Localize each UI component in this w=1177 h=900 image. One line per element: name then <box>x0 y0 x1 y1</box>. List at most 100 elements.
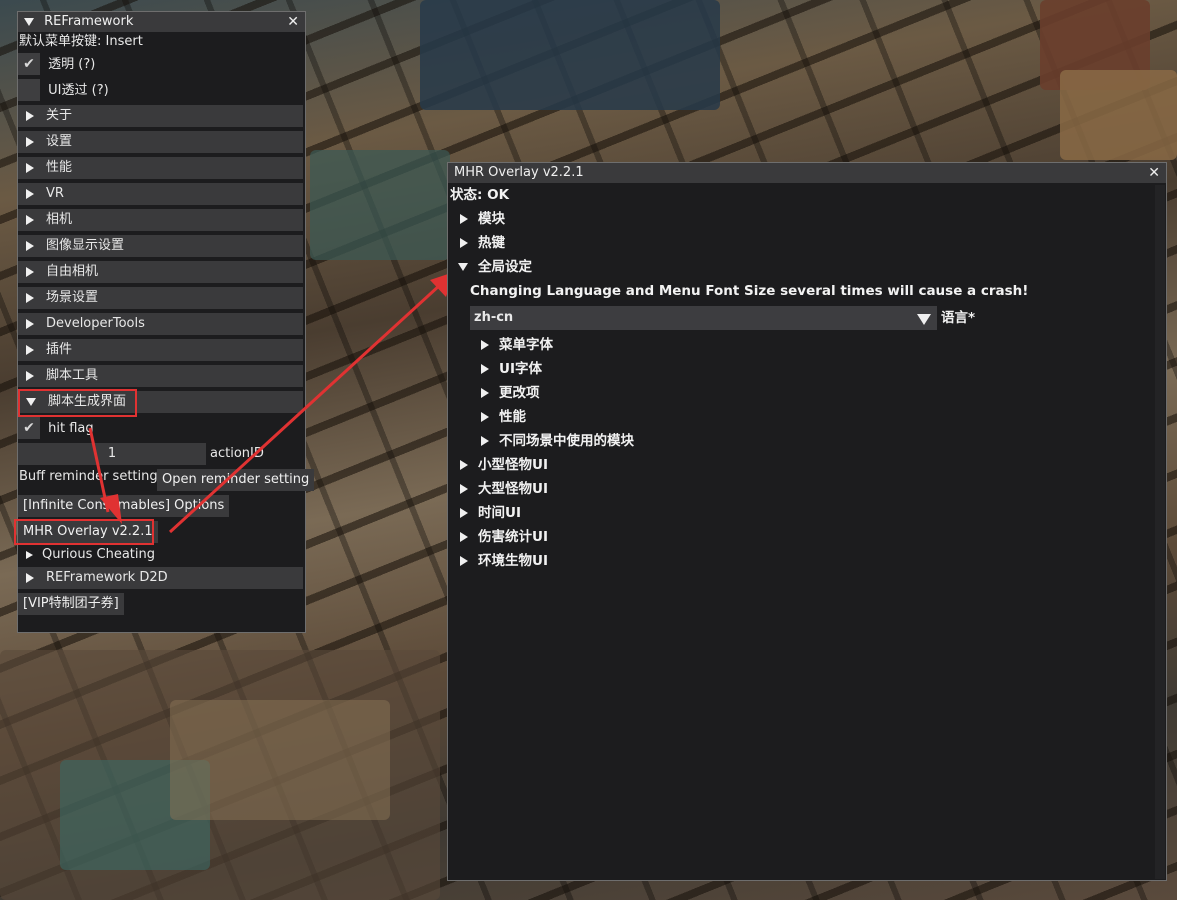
expand-arrow-icon <box>460 532 468 542</box>
section-label: 环境生物UI <box>478 553 548 569</box>
window-title: MHR Overlay v2.2.1 <box>454 165 584 180</box>
mhr-titlebar[interactable]: MHR Overlay v2.2.1 ✕ <box>448 163 1166 183</box>
section-header[interactable]: VR <box>18 183 303 205</box>
expand-arrow-icon <box>26 572 34 583</box>
section-label: 场景设置 <box>46 290 99 305</box>
infinite-consumables-button[interactable]: [Infinite Consumables] Options <box>18 495 230 517</box>
global-subitem[interactable]: 菜单字体 <box>481 334 553 356</box>
transparent-checkbox-row[interactable]: ✔ 透明 (?) <box>18 53 95 75</box>
section-label: 脚本工具 <box>46 368 99 383</box>
collapse-arrow-icon <box>458 263 468 271</box>
ui-section[interactable]: 大型怪物UI <box>460 478 548 500</box>
check-icon[interactable]: ✔ <box>18 53 40 75</box>
section-label: 模块 <box>478 211 505 227</box>
section-header[interactable]: DeveloperTools <box>18 313 303 335</box>
close-icon[interactable]: ✕ <box>1148 163 1160 183</box>
expand-arrow-icon <box>26 550 33 559</box>
ui-section[interactable]: 小型怪物UI <box>460 454 548 476</box>
subitem-label: 菜单字体 <box>499 337 553 353</box>
ui-section[interactable]: 环境生物UI <box>460 550 548 572</box>
collapse-arrow-icon <box>26 397 36 406</box>
section-label: 相机 <box>46 212 73 227</box>
section-label: 全局设定 <box>478 259 532 275</box>
section-modules[interactable]: 模块 <box>460 208 505 230</box>
section-header[interactable]: 图像显示设置 <box>18 235 303 257</box>
qurious-cheating-item[interactable]: Qurious Cheating <box>26 544 155 566</box>
expand-arrow-icon <box>481 412 489 422</box>
ui-passthrough-checkbox-row[interactable]: UI透过 (?) <box>18 79 109 101</box>
ui-section[interactable]: 时间UI <box>460 502 521 524</box>
checkbox-empty[interactable] <box>18 79 40 101</box>
dropdown-arrow-icon[interactable] <box>917 314 931 325</box>
expand-arrow-icon <box>460 484 468 494</box>
section-header[interactable]: 脚本工具 <box>18 365 303 387</box>
hit-flag-checkbox-row[interactable]: ✔ hit flag <box>18 417 94 439</box>
section-script-ui[interactable]: 脚本生成界面 <box>18 391 303 413</box>
section-hotkeys[interactable]: 热键 <box>460 232 505 254</box>
status-text: 状态: OK <box>450 187 510 203</box>
default-menu-key-text: 默认菜单按键: Insert <box>19 34 143 49</box>
expand-arrow-icon <box>26 266 34 277</box>
section-header[interactable]: 自由相机 <box>18 261 303 283</box>
section-label: 关于 <box>46 108 73 123</box>
language-dropdown[interactable]: zh-cn <box>470 306 937 330</box>
expand-arrow-icon <box>460 508 468 518</box>
expand-arrow-icon <box>26 240 34 251</box>
section-label: 图像显示设置 <box>46 238 125 253</box>
global-subitem[interactable]: 更改项 <box>481 382 540 404</box>
section-header[interactable]: 设置 <box>18 131 303 153</box>
subitem-label: 不同场景中使用的模块 <box>499 433 634 449</box>
collapse-arrow-icon[interactable] <box>24 17 34 26</box>
global-subitem[interactable]: 性能 <box>481 406 526 428</box>
section-label: 设置 <box>46 134 73 149</box>
scrollbar[interactable] <box>1155 185 1165 879</box>
action-id-input[interactable]: 1 <box>18 443 206 465</box>
subitem-label: 更改项 <box>499 385 540 401</box>
expand-arrow-icon <box>481 364 489 374</box>
section-label: 小型怪物UI <box>478 457 548 473</box>
expand-arrow-icon <box>26 162 34 173</box>
check-icon[interactable]: ✔ <box>18 417 40 439</box>
transparent-label: 透明 (?) <box>48 56 96 72</box>
ui-section[interactable]: 伤害统计UI <box>460 526 548 548</box>
expand-arrow-icon <box>26 188 34 199</box>
section-label: 插件 <box>46 342 73 357</box>
expand-arrow-icon <box>26 136 34 147</box>
ui-passthrough-label: UI透过 (?) <box>48 82 109 98</box>
expand-arrow-icon <box>26 318 34 329</box>
section-global-settings[interactable]: 全局设定 <box>458 256 532 278</box>
hit-flag-label: hit flag <box>48 420 94 436</box>
section-label: 时间UI <box>478 505 521 521</box>
close-icon[interactable]: ✕ <box>287 12 299 32</box>
subitem-label: UI字体 <box>499 361 542 377</box>
global-subitem[interactable]: 不同场景中使用的模块 <box>481 430 634 452</box>
section-label: 伤害统计UI <box>478 529 548 545</box>
global-subitem[interactable]: UI字体 <box>481 358 542 380</box>
mhr-overlay-button[interactable]: MHR Overlay v2.2.1 <box>18 521 158 543</box>
expand-arrow-icon <box>26 292 34 303</box>
vip-button[interactable]: [VIP特制团子券] <box>18 593 124 615</box>
section-label: 自由相机 <box>46 264 99 279</box>
language-label: 语言* <box>941 310 976 326</box>
section-label: 大型怪物UI <box>478 481 548 497</box>
expand-arrow-icon <box>26 344 34 355</box>
expand-arrow-icon <box>460 238 468 248</box>
expand-arrow-icon <box>460 214 468 224</box>
expand-arrow-icon <box>481 436 489 446</box>
section-d2d[interactable]: REFramework D2D <box>18 567 303 589</box>
section-header[interactable]: 相机 <box>18 209 303 231</box>
section-label: 热键 <box>478 235 505 251</box>
expand-arrow-icon <box>26 370 34 381</box>
section-header[interactable]: 性能 <box>18 157 303 179</box>
reframework-titlebar[interactable]: REFramework ✕ <box>18 12 305 32</box>
expand-arrow-icon <box>26 110 34 121</box>
section-header[interactable]: 关于 <box>18 105 303 127</box>
open-reminder-button[interactable]: Open reminder setting <box>157 469 315 491</box>
window-title: REFramework <box>44 14 134 29</box>
section-label: 脚本生成界面 <box>48 394 127 409</box>
expand-arrow-icon <box>460 556 468 566</box>
section-header[interactable]: 场景设置 <box>18 287 303 309</box>
expand-arrow-icon <box>481 388 489 398</box>
expand-arrow-icon <box>26 214 34 225</box>
section-header[interactable]: 插件 <box>18 339 303 361</box>
